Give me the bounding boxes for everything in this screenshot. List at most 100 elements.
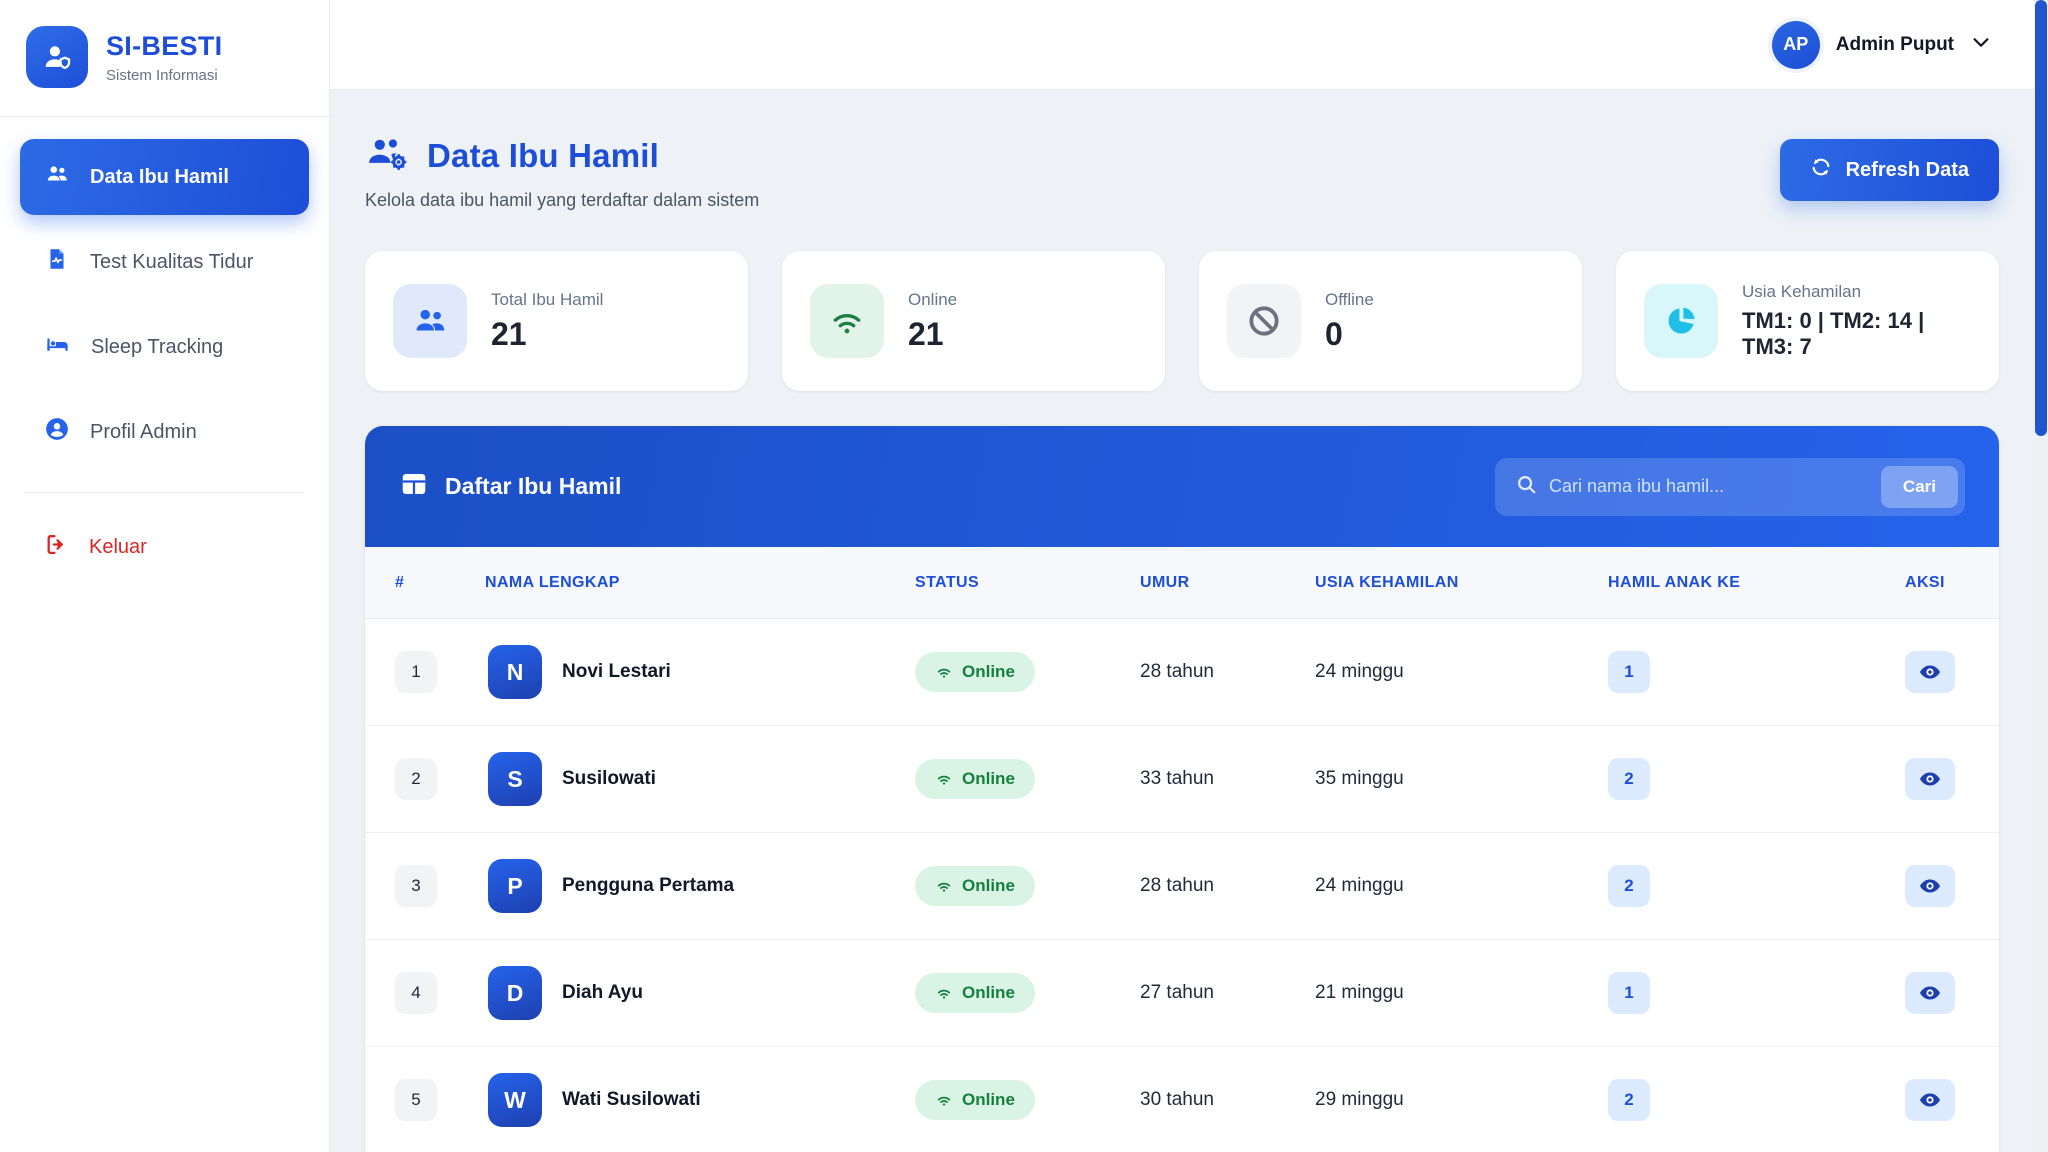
row-avatar: W bbox=[488, 1073, 542, 1127]
column-header-status: STATUS bbox=[915, 574, 1140, 592]
aksi-cell bbox=[1865, 972, 1999, 1014]
name-cell: P Pengguna Pertama bbox=[485, 859, 915, 913]
status-badge: Online bbox=[915, 1080, 1035, 1120]
brand: SI-BESTI Sistem Informasi bbox=[0, 0, 329, 112]
vertical-scrollbar[interactable] bbox=[2034, 0, 2048, 1152]
page: SI-BESTI Sistem Informasi Data Ibu Hamil bbox=[0, 0, 2048, 1152]
view-detail-button[interactable] bbox=[1905, 865, 1955, 907]
main-content: Data Ibu Hamil Kelola data ibu hamil yan… bbox=[330, 90, 2034, 1152]
row-name: Pengguna Pertama bbox=[562, 875, 734, 897]
sidebar: SI-BESTI Sistem Informasi Data Ibu Hamil bbox=[0, 0, 330, 1152]
bed-icon bbox=[44, 331, 71, 364]
row-number-cell: 1 bbox=[365, 651, 485, 693]
table-icon bbox=[399, 469, 429, 505]
user-circle-icon bbox=[44, 416, 70, 448]
status-badge: Online bbox=[915, 866, 1035, 906]
usia-kehamilan-cell: 35 minggu bbox=[1315, 768, 1600, 790]
ban-icon bbox=[1227, 284, 1301, 358]
stat-card-online: Online 21 bbox=[782, 251, 1165, 391]
eye-icon bbox=[1918, 1088, 1942, 1112]
page-title: Data Ibu Hamil bbox=[427, 137, 659, 175]
scrollbar-thumb[interactable] bbox=[2035, 0, 2047, 436]
stat-value: 0 bbox=[1325, 316, 1374, 353]
table-row: 3 P Pengguna Pertama Online 28 tahun 24 … bbox=[365, 833, 1999, 940]
row-avatar: S bbox=[488, 752, 542, 806]
row-name: Novi Lestari bbox=[562, 661, 671, 683]
sidebar-item-profil-admin[interactable]: Profil Admin bbox=[20, 394, 309, 470]
aksi-cell bbox=[1865, 865, 1999, 907]
sidebar-item-sleep-tracking[interactable]: Sleep Tracking bbox=[20, 309, 309, 385]
anak-ke-badge: 1 bbox=[1608, 972, 1650, 1014]
anak-ke-badge: 2 bbox=[1608, 1079, 1650, 1121]
name-cell: N Novi Lestari bbox=[485, 645, 915, 699]
aksi-cell bbox=[1865, 758, 1999, 800]
umur-cell: 33 tahun bbox=[1140, 768, 1315, 790]
user-menu[interactable]: AP Admin Puput bbox=[1772, 21, 1992, 69]
row-name: Susilowati bbox=[562, 768, 656, 790]
sidebar-item-label: Profil Admin bbox=[90, 421, 197, 444]
table-header-bar: Daftar Ibu Hamil Cari bbox=[365, 426, 1999, 547]
nav-divider bbox=[24, 492, 305, 493]
search-input[interactable] bbox=[1549, 476, 1881, 497]
topbar: AP Admin Puput bbox=[330, 0, 2048, 90]
wifi-icon bbox=[935, 877, 953, 895]
stat-card-usia-kehamilan: Usia Kehamilan TM1: 0 | TM2: 14 | TM3: 7 bbox=[1616, 251, 1999, 391]
logout-icon bbox=[44, 532, 69, 563]
brand-text: SI-BESTI Sistem Informasi bbox=[106, 31, 222, 84]
search-button[interactable]: Cari bbox=[1881, 466, 1958, 508]
sidebar-item-test-kualitas-tidur[interactable]: Test Kualitas Tidur bbox=[20, 224, 309, 300]
wifi-icon bbox=[935, 1091, 953, 1109]
app-logo-icon bbox=[26, 26, 88, 88]
sidebar-item-keluar[interactable]: Keluar bbox=[20, 515, 309, 579]
page-head: Data Ibu Hamil Kelola data ibu hamil yan… bbox=[365, 133, 1999, 211]
row-number-cell: 2 bbox=[365, 758, 485, 800]
view-detail-button[interactable] bbox=[1905, 758, 1955, 800]
avatar: AP bbox=[1772, 21, 1820, 69]
row-name: Diah Ayu bbox=[562, 982, 643, 1004]
view-detail-button[interactable] bbox=[1905, 1079, 1955, 1121]
sidebar-item-data-ibu-hamil[interactable]: Data Ibu Hamil bbox=[20, 139, 309, 215]
refresh-data-button[interactable]: Refresh Data bbox=[1780, 139, 1999, 201]
stat-label: Usia Kehamilan bbox=[1742, 282, 1971, 302]
row-name: Wati Susilowati bbox=[562, 1089, 701, 1111]
column-header-anak-ke: HAMIL ANAK KE bbox=[1600, 574, 1865, 592]
eye-icon bbox=[1918, 767, 1942, 791]
column-header-umur: UMUR bbox=[1140, 574, 1315, 592]
name-cell: S Susilowati bbox=[485, 752, 915, 806]
status-badge: Online bbox=[915, 759, 1035, 799]
row-number-badge: 4 bbox=[395, 972, 437, 1014]
status-cell: Online bbox=[915, 1080, 1140, 1120]
row-avatar: N bbox=[488, 645, 542, 699]
status-badge: Online bbox=[915, 652, 1035, 692]
aksi-cell bbox=[1865, 1079, 1999, 1121]
name-cell: D Diah Ayu bbox=[485, 966, 915, 1020]
stat-label: Online bbox=[908, 290, 957, 310]
name-cell: W Wati Susilowati bbox=[485, 1073, 915, 1127]
table-title: Daftar Ibu Hamil bbox=[445, 473, 621, 500]
stat-value: 21 bbox=[908, 316, 957, 353]
wifi-icon bbox=[935, 663, 953, 681]
row-number-badge: 2 bbox=[395, 758, 437, 800]
view-detail-button[interactable] bbox=[1905, 651, 1955, 693]
status-cell: Online bbox=[915, 652, 1140, 692]
anak-ke-cell: 1 bbox=[1600, 651, 1865, 693]
row-avatar: D bbox=[488, 966, 542, 1020]
stat-label: Total Ibu Hamil bbox=[491, 290, 603, 310]
status-cell: Online bbox=[915, 973, 1140, 1013]
view-detail-button[interactable] bbox=[1905, 972, 1955, 1014]
eye-icon bbox=[1918, 874, 1942, 898]
column-header-nama: NAMA LENGKAP bbox=[485, 574, 915, 592]
clipboard-pulse-icon bbox=[44, 246, 70, 278]
status-label: Online bbox=[962, 1090, 1015, 1110]
row-number-badge: 3 bbox=[395, 865, 437, 907]
sidebar-nav: Data Ibu Hamil Test Kualitas Tidur bbox=[0, 117, 329, 579]
users-icon bbox=[44, 161, 70, 193]
row-number-badge: 1 bbox=[395, 651, 437, 693]
wifi-icon bbox=[810, 284, 884, 358]
table-title-group: Daftar Ibu Hamil bbox=[399, 469, 621, 505]
umur-cell: 28 tahun bbox=[1140, 875, 1315, 897]
wifi-icon bbox=[935, 984, 953, 1002]
status-label: Online bbox=[962, 769, 1015, 789]
row-avatar: P bbox=[488, 859, 542, 913]
table-body: 1 N Novi Lestari Online 28 tahun 24 ming… bbox=[365, 619, 1999, 1152]
